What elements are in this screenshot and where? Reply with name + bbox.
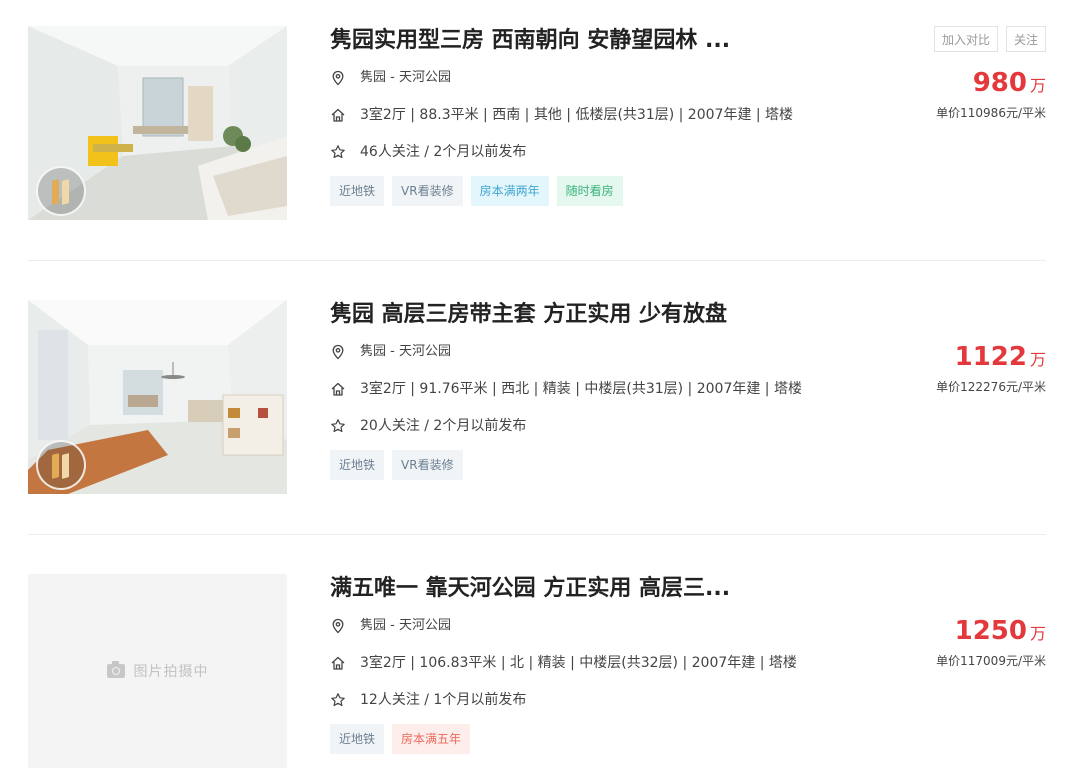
address-separator: - bbox=[390, 618, 395, 633]
house-listing-list: 隽园实用型三房 西南朝向 安静望园林 ... 隽园 - 天河公园 3室2厅 | … bbox=[0, 0, 1080, 782]
divider bbox=[28, 534, 1046, 535]
tag: 近地铁 bbox=[330, 724, 385, 754]
star-icon bbox=[331, 693, 345, 707]
listing-card[interactable]: 隽园实用型三房 西南朝向 安静望园林 ... 隽园 - 天河公园 3室2厅 | … bbox=[28, 26, 1046, 220]
price-value: 1122 bbox=[954, 342, 1027, 372]
tag-list: 近地铁 房本满五年 bbox=[330, 724, 890, 754]
listing-info: 隽园实用型三房 西南朝向 安静望园林 ... 隽园 - 天河公园 3室2厅 | … bbox=[330, 26, 890, 206]
house-icon bbox=[331, 656, 345, 670]
listing-info: 满五唯一 靠天河公园 方正实用 高层三... 隽园 - 天河公园 3室2厅 | … bbox=[330, 574, 890, 754]
star-icon bbox=[331, 145, 345, 159]
price-value: 980 bbox=[972, 68, 1027, 98]
house-info-text: 3室2厅 | 88.3平米 | 西南 | 其他 | 低楼层(共31层) | 20… bbox=[360, 107, 794, 123]
vr-tour-icon[interactable] bbox=[36, 440, 86, 490]
follow-info-text: 20人关注 / 2个月以前发布 bbox=[360, 418, 527, 434]
follow-info: 20人关注 / 2个月以前发布 bbox=[330, 416, 890, 436]
vr-tour-icon[interactable] bbox=[36, 166, 86, 216]
price-unit: 万 bbox=[1029, 76, 1046, 95]
address-separator: - bbox=[390, 70, 395, 85]
unit-price: 单价110986元/平米 bbox=[936, 106, 1046, 120]
add-compare-button[interactable]: 加入对比 bbox=[933, 26, 998, 52]
tag: 随时看房 bbox=[556, 176, 623, 206]
price-unit: 万 bbox=[1029, 350, 1046, 369]
house-info: 3室2厅 | 91.76平米 | 西北 | 精装 | 中楼层(共31层) | 2… bbox=[330, 379, 890, 399]
tag: VR看装修 bbox=[392, 176, 463, 206]
tag: 房本满两年 bbox=[470, 176, 549, 206]
house-icon bbox=[331, 108, 345, 122]
camera-icon bbox=[106, 661, 125, 678]
star-icon bbox=[331, 419, 345, 433]
tag: 近地铁 bbox=[330, 176, 385, 206]
photo-placeholder-text: 图片拍摄中 bbox=[133, 664, 209, 680]
location-pin-icon bbox=[332, 344, 344, 360]
tag: 房本满五年 bbox=[392, 724, 471, 754]
listing-address: 隽园 - 天河公园 bbox=[330, 342, 890, 362]
listing-title[interactable]: 隽园实用型三房 西南朝向 安静望园林 ... bbox=[330, 26, 890, 56]
listing-actions: 加入对比 关注 bbox=[846, 26, 1046, 56]
tag-list: 近地铁 VR看装修 房本满两年 随时看房 bbox=[330, 176, 890, 206]
district-link[interactable]: 天河公园 bbox=[399, 344, 451, 359]
follow-info: 12人关注 / 1个月以前发布 bbox=[330, 690, 890, 710]
location-pin-icon bbox=[332, 618, 344, 634]
listing-address: 隽园 - 天河公园 bbox=[330, 68, 890, 88]
listing-card[interactable]: 图片拍摄中 满五唯一 靠天河公园 方正实用 高层三... 隽园 - 天河公园 3… bbox=[28, 574, 1046, 768]
listing-price-block: 加入对比 关注 980 万 单价110986元/平米 bbox=[846, 26, 1046, 122]
unit-price: 单价117009元/平米 bbox=[936, 654, 1046, 668]
location-pin-icon bbox=[332, 70, 344, 86]
house-info: 3室2厅 | 106.83平米 | 北 | 精装 | 中楼层(共32层) | 2… bbox=[330, 653, 890, 673]
listing-info: 隽园 高层三房带主套 方正实用 少有放盘 隽园 - 天河公园 3室2厅 | 91… bbox=[330, 300, 890, 480]
community-link[interactable]: 隽园 bbox=[360, 618, 386, 633]
listing-price-block: 1122 万 单价122276元/平米 bbox=[846, 300, 1046, 396]
community-link[interactable]: 隽园 bbox=[360, 344, 386, 359]
listing-price-block: 1250 万 单价117009元/平米 bbox=[846, 574, 1046, 670]
tag-list: 近地铁 VR看装修 bbox=[330, 450, 890, 480]
house-info: 3室2厅 | 88.3平米 | 西南 | 其他 | 低楼层(共31层) | 20… bbox=[330, 105, 890, 125]
listing-address: 隽园 - 天河公园 bbox=[330, 616, 890, 636]
follow-info-text: 12人关注 / 1个月以前发布 bbox=[360, 692, 527, 708]
listing-photo-placeholder[interactable]: 图片拍摄中 bbox=[28, 574, 287, 768]
house-info-text: 3室2厅 | 106.83平米 | 北 | 精装 | 中楼层(共32层) | 2… bbox=[360, 655, 797, 671]
follow-button[interactable]: 关注 bbox=[1005, 26, 1046, 52]
community-link[interactable]: 隽园 bbox=[360, 70, 386, 85]
total-price: 1122 万 bbox=[846, 342, 1046, 372]
total-price: 1250 万 bbox=[846, 616, 1046, 646]
total-price: 980 万 bbox=[846, 68, 1046, 98]
price-unit: 万 bbox=[1029, 624, 1046, 643]
house-info-text: 3室2厅 | 91.76平米 | 西北 | 精装 | 中楼层(共31层) | 2… bbox=[360, 381, 802, 397]
listing-photo[interactable] bbox=[28, 26, 287, 220]
listing-card[interactable]: 隽园 高层三房带主套 方正实用 少有放盘 隽园 - 天河公园 3室2厅 | 91… bbox=[28, 300, 1046, 494]
listing-title[interactable]: 隽园 高层三房带主套 方正实用 少有放盘 bbox=[330, 300, 890, 330]
unit-price: 单价122276元/平米 bbox=[936, 380, 1046, 394]
district-link[interactable]: 天河公园 bbox=[399, 70, 451, 85]
price-value: 1250 bbox=[954, 616, 1027, 646]
tag: VR看装修 bbox=[392, 450, 463, 480]
district-link[interactable]: 天河公园 bbox=[399, 618, 451, 633]
tag: 近地铁 bbox=[330, 450, 385, 480]
follow-info-text: 46人关注 / 2个月以前发布 bbox=[360, 144, 527, 160]
listing-photo[interactable] bbox=[28, 300, 287, 494]
divider bbox=[28, 260, 1046, 261]
address-separator: - bbox=[390, 344, 395, 359]
follow-info: 46人关注 / 2个月以前发布 bbox=[330, 142, 890, 162]
house-icon bbox=[331, 382, 345, 396]
listing-title[interactable]: 满五唯一 靠天河公园 方正实用 高层三... bbox=[330, 574, 890, 604]
